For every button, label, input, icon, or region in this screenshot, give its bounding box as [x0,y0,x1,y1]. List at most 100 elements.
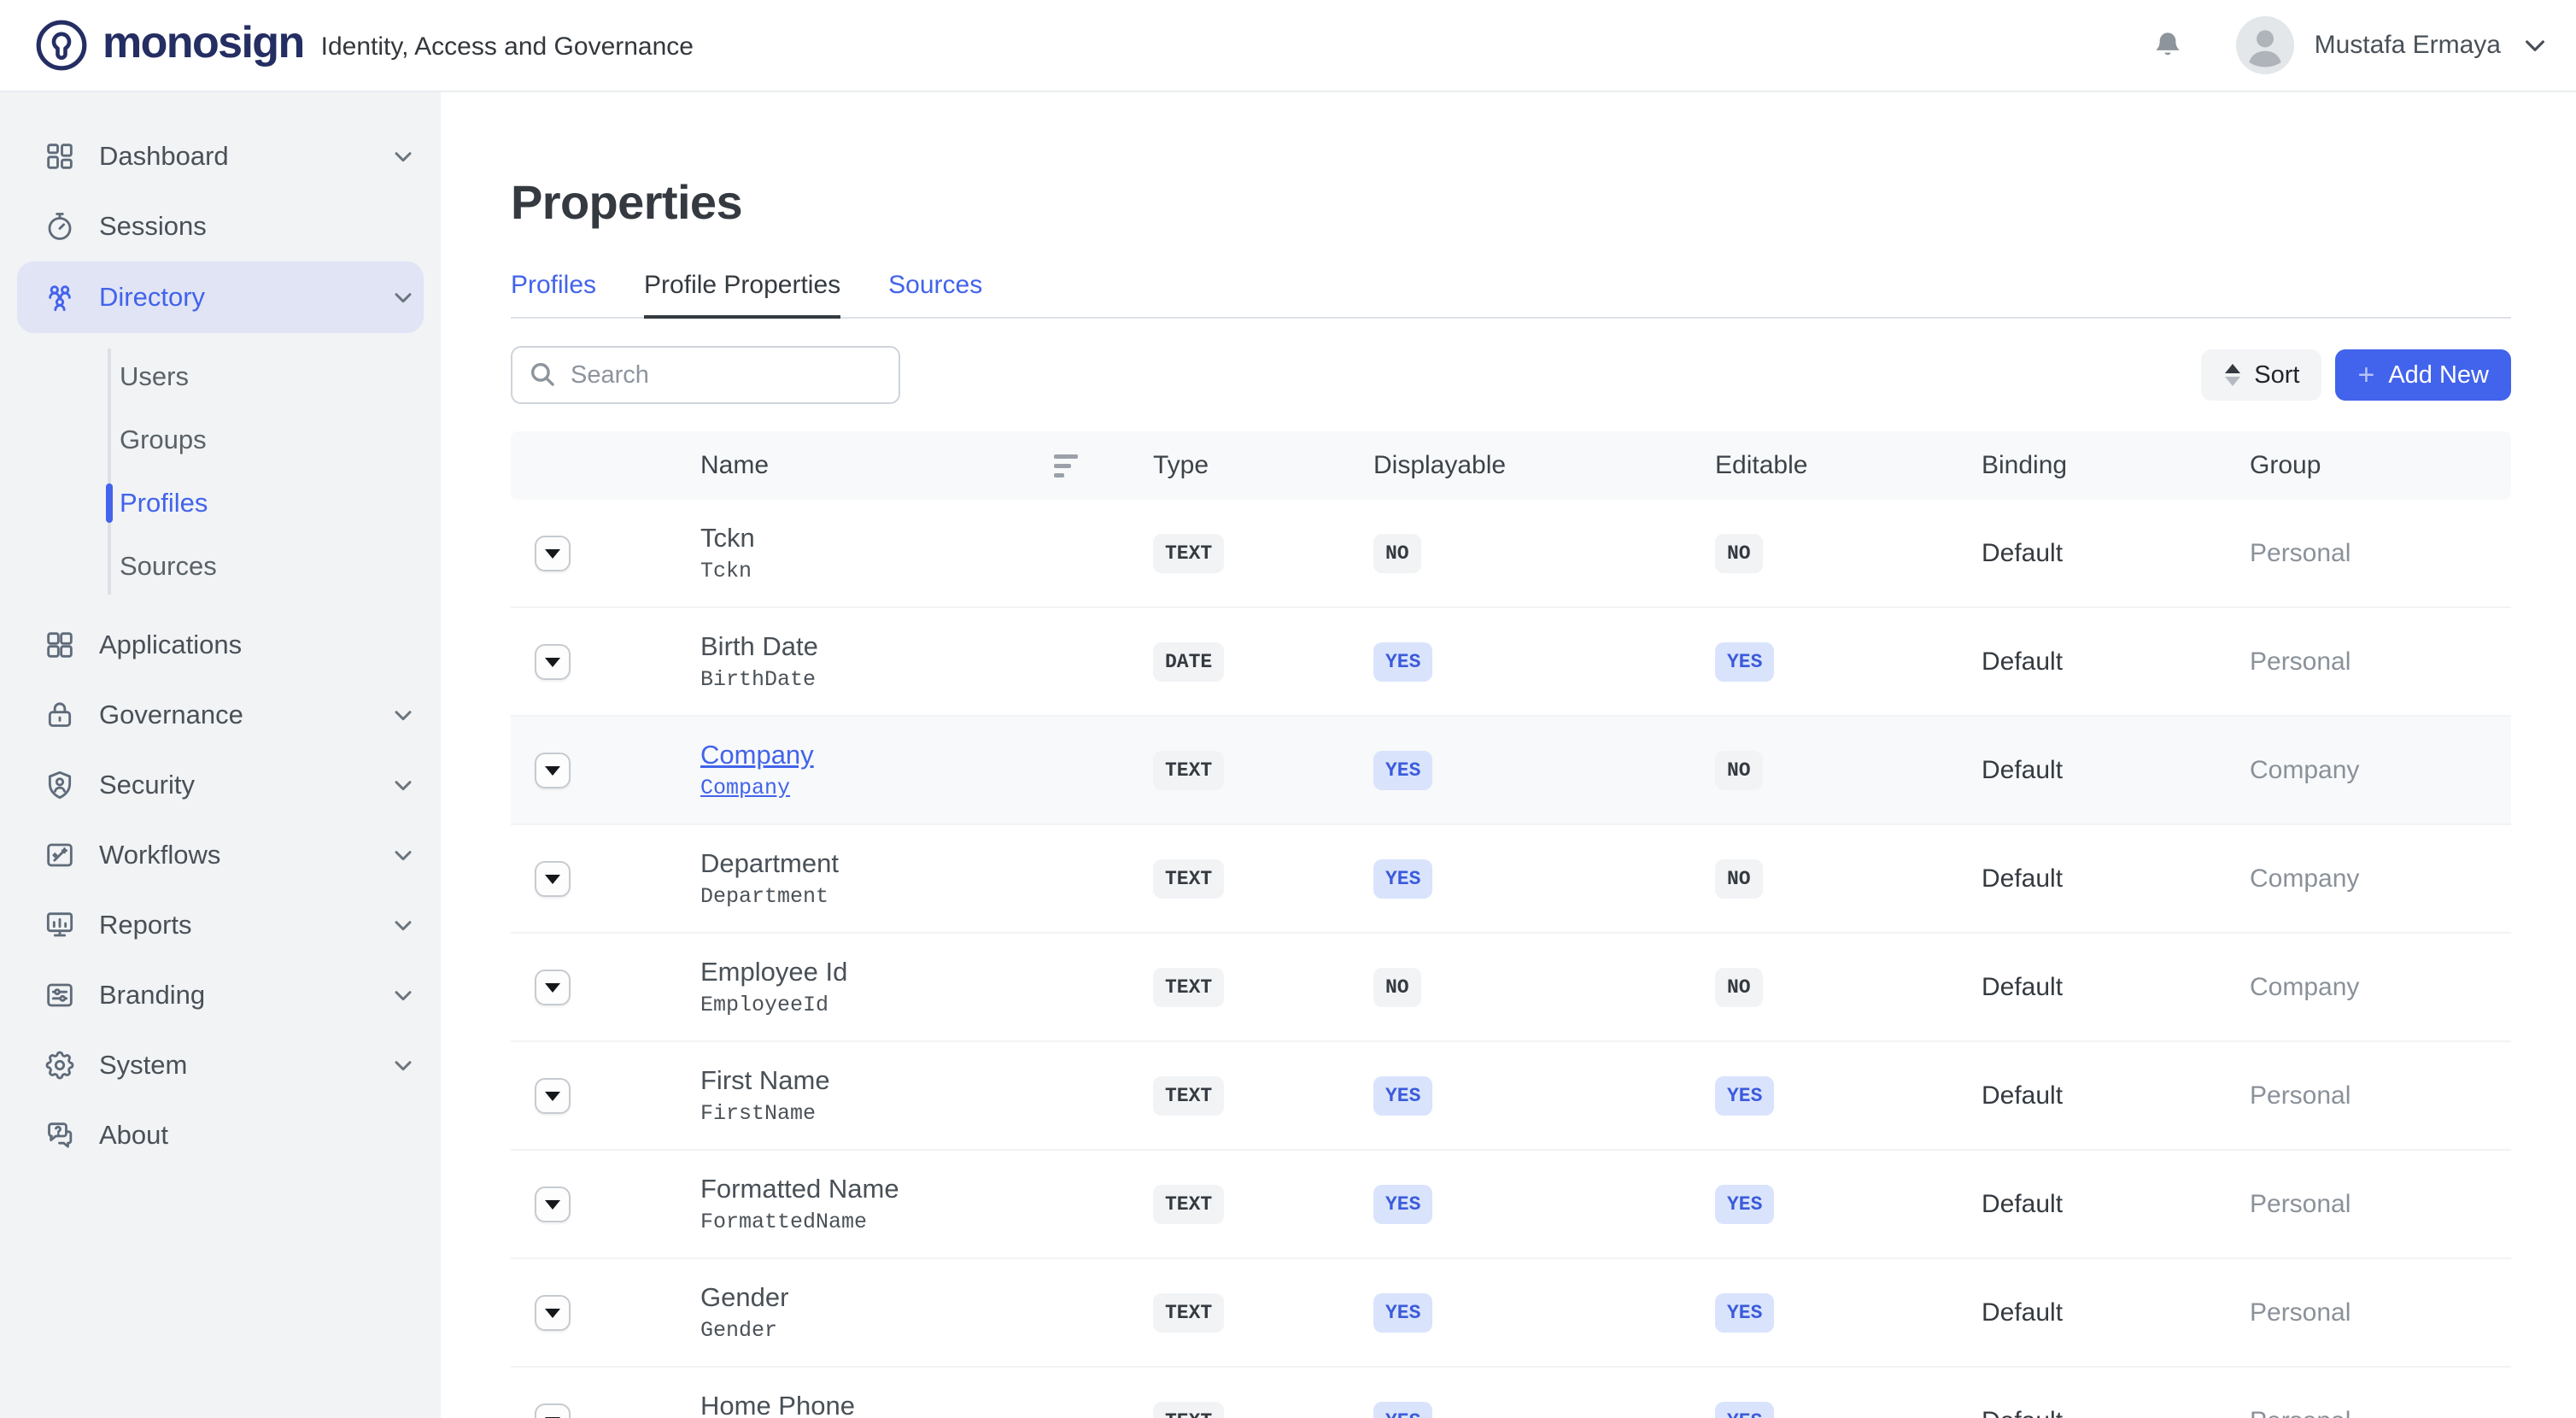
user-menu-chevron-icon[interactable] [2521,32,2549,59]
sidebar-subitem-sources[interactable]: Sources [0,535,441,598]
sidebar-item-workflows[interactable]: Workflows [0,820,441,890]
governance-icon [43,698,77,732]
property-name[interactable]: Formatted Name [700,1174,1153,1204]
user-name[interactable]: Mustafa Ermaya [2315,31,2501,60]
editable-badge: NO [1715,968,1763,1007]
applications-icon [43,628,77,662]
table-row: Gender Gender TEXT YES YES Default Perso… [511,1259,2511,1368]
table-header-row: Name Type Displayable Editable Binding G… [511,431,2511,500]
property-name[interactable]: Home Phone [700,1391,1153,1418]
sidebar-item-sessions[interactable]: Sessions [0,191,441,261]
row-actions-dropdown[interactable] [535,1078,571,1114]
group-value: Personal [2250,1081,2511,1110]
search-input[interactable] [511,346,900,404]
sidebar-subitem-profiles[interactable]: Profiles [0,472,441,535]
chevron-down-icon [389,701,417,729]
caret-down-icon [545,549,560,559]
sidebar-subitem-label: Groups [120,425,207,455]
sidebar-item-dashboard[interactable]: Dashboard [0,121,441,191]
property-key: Tckn [700,559,1153,583]
property-name[interactable]: Employee Id [700,957,1153,987]
sidebar-item-label: Reports [99,910,192,940]
property-key: BirthDate [700,667,1153,692]
row-actions-dropdown[interactable] [535,1403,571,1418]
property-name[interactable]: Company [700,740,1153,771]
sidebar-item-directory[interactable]: Directory [17,261,424,333]
row-actions-dropdown[interactable] [535,536,571,571]
type-badge: TEXT [1153,1293,1224,1333]
bell-icon[interactable] [2151,28,2185,62]
add-new-label: Add New [2388,361,2489,390]
top-bar: monosign Identity, Access and Governance… [0,0,2576,92]
table-row: Employee Id EmployeeId TEXT NO NO Defaul… [511,934,2511,1042]
group-value: Personal [2250,1298,2511,1327]
tab-profile-properties[interactable]: Profile Properties [644,271,840,319]
property-key: Department [700,884,1153,909]
row-actions-dropdown[interactable] [535,753,571,788]
sidebar-item-about[interactable]: About [0,1100,441,1170]
editable-badge: YES [1715,1076,1774,1116]
column-name: Name [700,451,769,480]
column-type: Type [1153,451,1373,480]
brand-logo[interactable]: monosign [34,18,304,73]
sessions-icon [43,209,77,243]
workflows-icon [43,838,77,872]
row-actions-dropdown[interactable] [535,970,571,1005]
sidebar-item-applications[interactable]: Applications [0,610,441,680]
editable-badge: YES [1715,642,1774,682]
column-group: Group [2250,451,2511,480]
binding-value: Default [1982,756,2250,785]
binding-value: Default [1982,539,2250,568]
property-name[interactable]: Tckn [700,523,1153,554]
displayable-badge: YES [1373,1076,1432,1116]
row-actions-dropdown[interactable] [535,1295,571,1331]
add-new-button[interactable]: + Add New [2335,349,2511,401]
sort-bars-icon[interactable] [1054,454,1078,478]
sort-button[interactable]: Sort [2201,349,2321,401]
displayable-badge: YES [1373,642,1432,682]
sidebar-item-label: Dashboard [99,141,229,172]
chevron-down-icon [389,771,417,799]
table-row: Company Company TEXT YES NO Default Comp… [511,717,2511,825]
chevron-down-icon [389,911,417,939]
security-icon [43,768,77,802]
table-body: Tckn Tckn TEXT NO NO Default Personal Bi… [511,500,2511,1418]
sidebar-subitem-label: Profiles [120,488,208,519]
sidebar-item-branding[interactable]: Branding [0,960,441,1030]
tab-profiles[interactable]: Profiles [511,271,596,319]
sidebar: Dashboard SessionsDirectory Users Groups Pro… [0,92,441,1418]
property-name[interactable]: First Name [700,1065,1153,1096]
tab-bar: Profiles Profile Properties Sources [511,271,2511,319]
row-actions-dropdown[interactable] [535,861,571,897]
chevron-down-icon [389,284,417,311]
property-name[interactable]: Gender [700,1282,1153,1313]
sidebar-item-security[interactable]: Security [0,750,441,820]
binding-value: Default [1982,973,2250,1002]
property-key: FirstName [700,1101,1153,1126]
toolbar-actions: Sort + Add New [2201,349,2511,401]
user-avatar[interactable] [2236,16,2294,74]
sidebar-item-governance[interactable]: Governance [0,680,441,750]
dashboard-icon [43,139,77,173]
property-name[interactable]: Department [700,848,1153,879]
binding-value: Default [1982,1298,2250,1327]
group-value: Company [2250,973,2511,1002]
brand-tagline: Identity, Access and Governance [321,29,694,62]
sort-button-label: Sort [2254,361,2299,390]
caret-down-icon [545,1200,560,1210]
column-editable: Editable [1715,451,1982,480]
sidebar-item-system[interactable]: System [0,1030,441,1100]
sidebar-subitem-groups[interactable]: Groups [0,408,441,472]
property-name[interactable]: Birth Date [700,631,1153,662]
displayable-badge: YES [1373,751,1432,790]
tab-sources[interactable]: Sources [888,271,982,319]
page-title: Properties [511,174,2511,230]
sidebar-item-reports[interactable]: Reports [0,890,441,960]
row-actions-dropdown[interactable] [535,644,571,680]
sidebar-subitem-users[interactable]: Users [0,345,441,408]
binding-value: Default [1982,1407,2250,1418]
chevron-down-icon [389,1052,417,1079]
sidebar-item-label: Workflows [99,840,220,870]
row-actions-dropdown[interactable] [535,1187,571,1222]
active-indicator [106,483,113,523]
